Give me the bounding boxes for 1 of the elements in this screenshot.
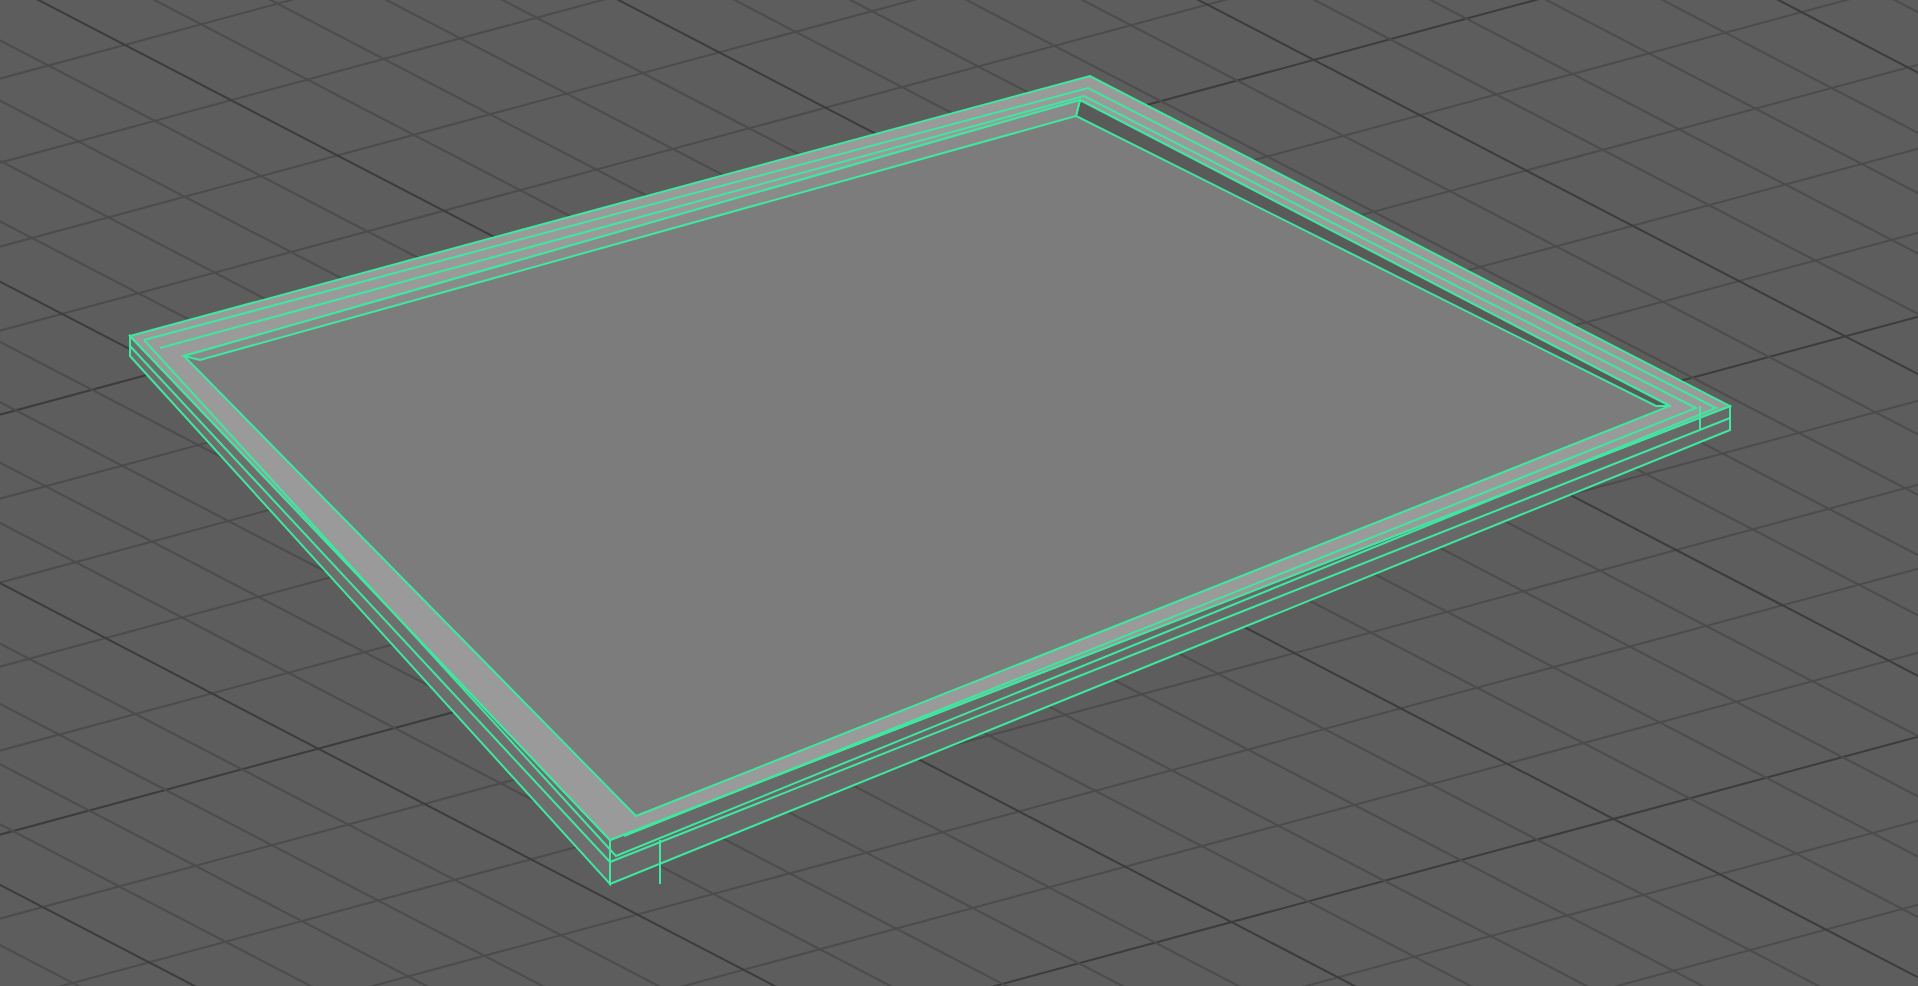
tray-mesh-drawing[interactable] [128, 74, 1733, 887]
